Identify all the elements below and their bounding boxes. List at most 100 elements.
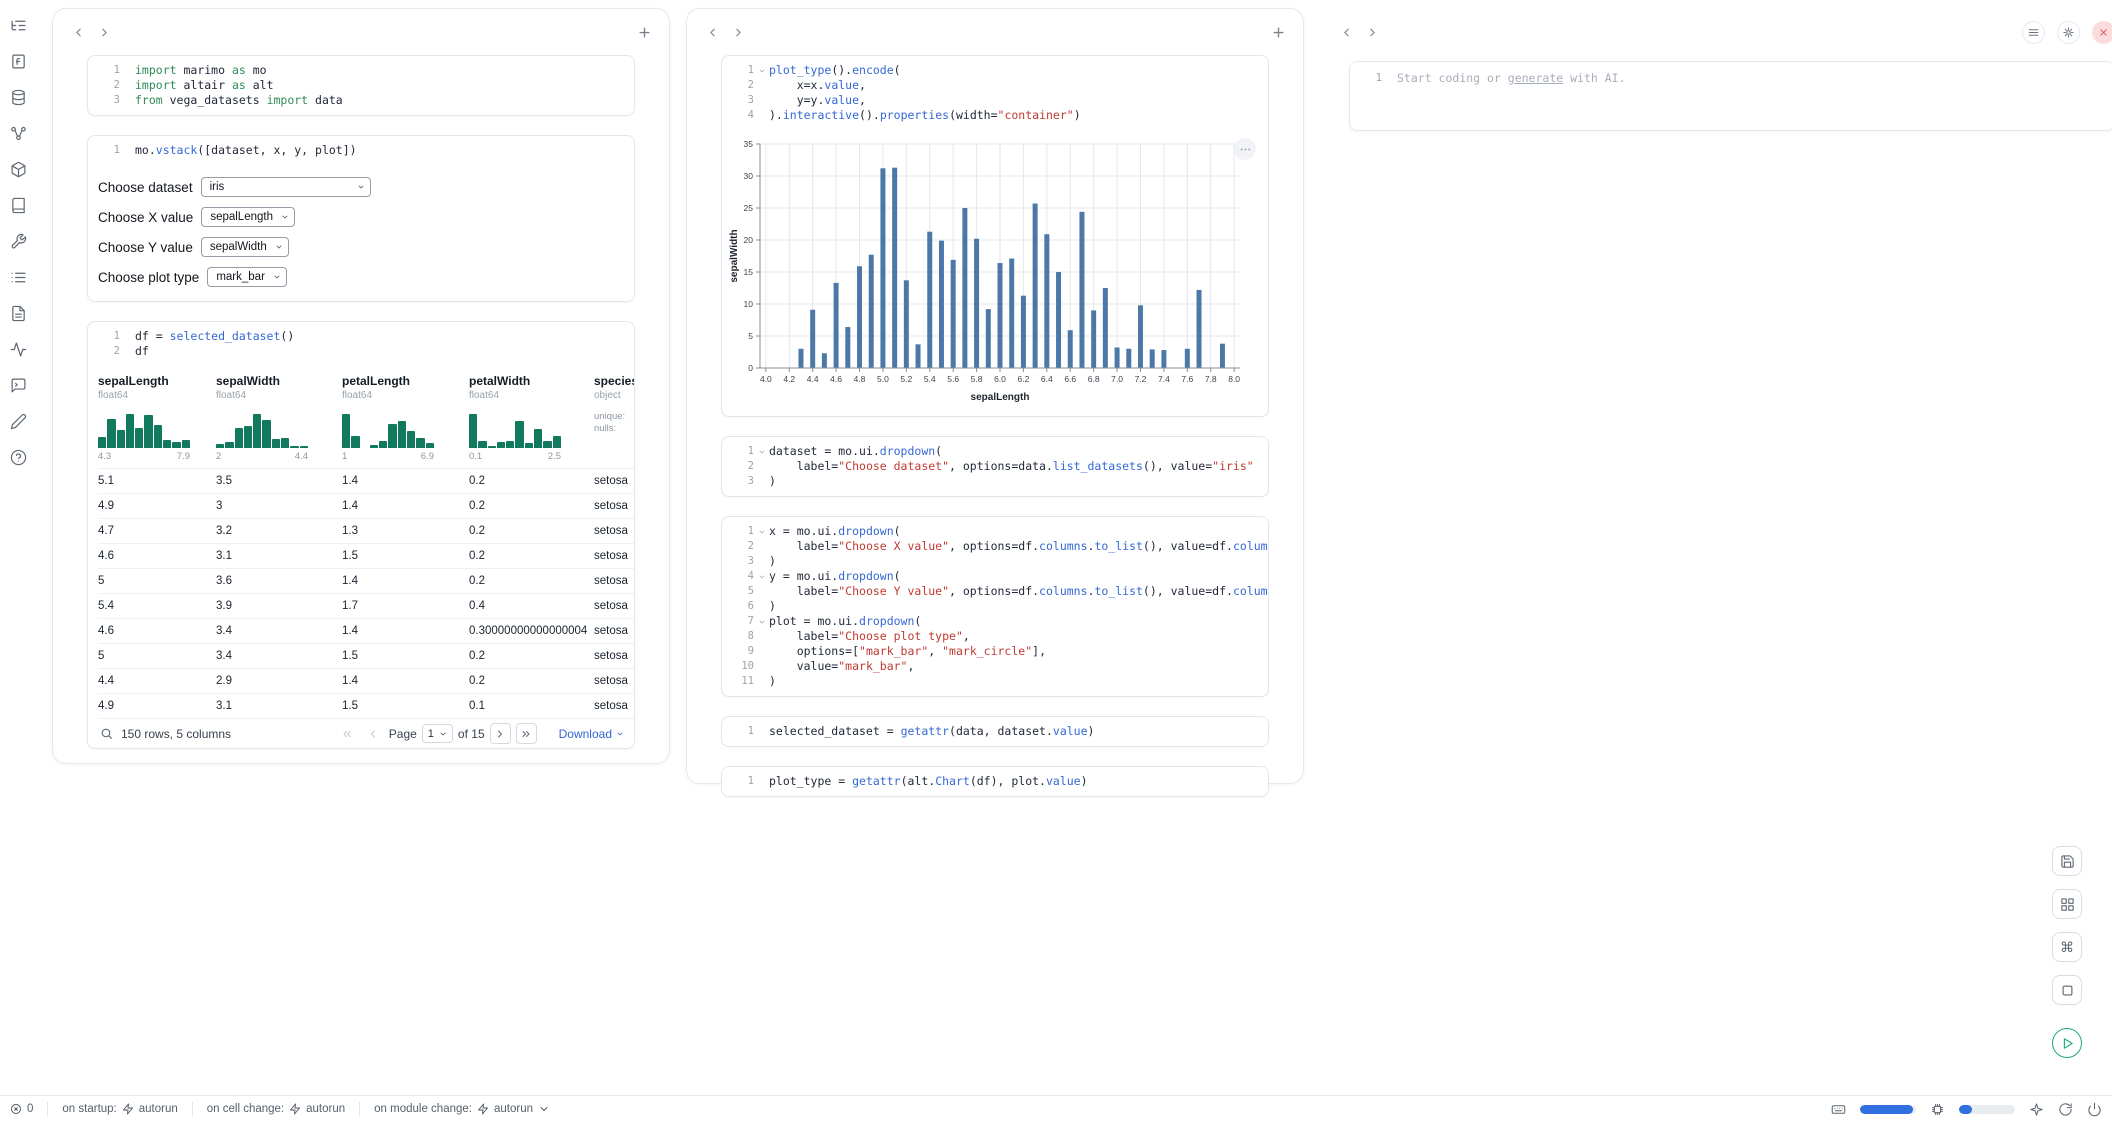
svg-text:5: 5 [748,331,753,341]
line-number: 1 [730,724,754,739]
table-footer: 150 rows, 5 columns Page 1 of 15 [98,718,634,748]
svg-text:4.8: 4.8 [854,374,866,384]
previous-page-button[interactable] [363,723,384,744]
svg-text:7.4: 7.4 [1158,374,1170,384]
fold-chevron-icon[interactable] [754,569,769,584]
chevron-down-icon [616,730,624,738]
fold-chevron-icon[interactable] [754,524,769,539]
help-panel-button[interactable] [5,444,31,470]
search-button[interactable] [100,727,113,740]
download-button[interactable]: Download [559,727,624,741]
code-editor[interactable]: 1plot_type = getattr(alt.Chart(df), plot… [722,767,1268,796]
notebook-menu-button[interactable] [2022,21,2045,44]
save-button[interactable] [2052,846,2082,876]
dropdown-value: sepalWidth [210,241,267,253]
svg-text:4.4: 4.4 [807,374,819,384]
line-number: 8 [730,629,754,644]
empty-cell-editor[interactable]: 1 Start coding or generate with AI. [1349,61,2112,131]
page-select[interactable]: 1 [422,724,453,743]
cell-dataset-dropdown: 1dataset = mo.ui.dropdown(2 label="Choos… [721,436,1269,497]
code-editor[interactable]: 1plot_type().encode(2 x=x.value,3 y=y.va… [722,56,1268,130]
keyboard-shortcuts-button[interactable]: ⌘ [2052,932,2082,962]
sparkle-icon [2029,1102,2044,1117]
scratchpad-panel-button[interactable] [5,408,31,434]
line-number: 1 [730,444,754,459]
fold-chevron-icon[interactable] [754,63,769,78]
cell-plot: 1plot_type().encode(2 x=x.value,3 y=y.va… [721,55,1269,417]
code-editor[interactable]: 1selected_dataset = getattr(data, datase… [722,717,1268,746]
settings-button[interactable] [2057,21,2080,44]
table-cell: 5.1 [98,475,216,487]
chart-actions-button[interactable] [1234,138,1256,160]
fold-chevron-icon[interactable] [754,614,769,629]
app-preview-button[interactable] [2052,975,2082,1005]
dropdown-select[interactable]: sepalLength [201,207,295,227]
logs-panel-button[interactable] [5,264,31,290]
keyboard-shortcuts-icon-button[interactable] [1831,1102,1846,1117]
svg-text:5.6: 5.6 [947,374,959,384]
marimo-file-panel-button[interactable] [5,48,31,74]
keyboard-icon [1831,1102,1846,1117]
code-editor[interactable]: 1df = selected_dataset()2df [88,322,634,366]
dropdown-select[interactable]: sepalWidth [201,237,289,257]
dropdown-select[interactable]: iris [201,177,371,197]
altair-bar-chart[interactable]: 4.04.24.44.64.85.05.25.45.65.86.06.26.46… [724,136,1254,408]
dropdown-select[interactable]: mark_bar [207,267,287,287]
table-header: sepalLengthfloat644.37.9sepalWidthfloat6… [98,366,634,468]
layout-select-button[interactable] [2052,889,2082,919]
line-number: 9 [730,644,754,659]
power-button[interactable] [2087,1102,2102,1117]
file-tree-panel-button[interactable] [5,12,31,38]
code-line: 2 label="Choose dataset", options=data.l… [730,459,1260,474]
dropdown-label: Choose Y value [98,240,193,255]
table-column-header: sepalLengthfloat644.37.9 [98,366,216,468]
next-page-button[interactable] [490,723,511,744]
first-page-button[interactable] [337,723,358,744]
line-number: 10 [730,659,754,674]
table-cell: 1.5 [342,550,469,562]
chat-panel-button[interactable] [5,372,31,398]
table-cell: setosa [594,550,635,562]
restart-kernel-button[interactable] [2058,1102,2073,1117]
run-all-button[interactable] [2052,1028,2082,1058]
autorun-on-cell-change[interactable]: on cell change: autorun [207,1103,345,1115]
histogram-range: 4.37.9 [98,451,190,462]
documentation-panel-button[interactable] [5,300,31,326]
code-editor[interactable]: 1dataset = mo.ui.dropdown(2 label="Choos… [722,437,1268,496]
save-icon [2060,854,2075,869]
dropdown-row: Choose Y value sepalWidth [98,237,624,257]
column-move-right-button[interactable] [1361,21,1383,43]
outline-panel-button[interactable] [5,192,31,218]
column-move-right-button[interactable] [727,21,749,43]
snippets-panel-button[interactable] [5,336,31,362]
add-cell-button[interactable] [633,21,655,43]
column-move-right-button[interactable] [93,21,115,43]
page-select-value: 1 [428,728,434,740]
code-line: 1x = mo.ui.dropdown( [730,524,1260,539]
column-move-left-button[interactable] [1335,21,1357,43]
dropdown-row: Choose datasetiris [98,177,624,197]
code-editor[interactable]: 1mo.vstack([dataset, x, y, plot]) [88,136,634,165]
fold-chevron-icon[interactable] [754,444,769,459]
generate-with-ai-link[interactable]: generate [1508,71,1563,85]
datasources-panel-button[interactable] [5,84,31,110]
errors-indicator[interactable]: 0 [10,1103,33,1115]
column-move-left-button[interactable] [67,21,89,43]
code-editor[interactable]: 1import marimo as mo2import altair as al… [88,56,634,115]
variables-panel-button[interactable] [5,120,31,146]
ai-settings-button[interactable] [2029,1102,2044,1117]
line-number: 3 [730,474,754,489]
shutdown-kernel-button[interactable] [2092,21,2112,44]
autorun-on-startup[interactable]: on startup: autorun [62,1103,177,1115]
svg-text:20: 20 [744,235,754,245]
add-cell-button[interactable] [1267,21,1289,43]
table-cell: 1.5 [342,650,469,662]
tools-panel-button[interactable] [5,228,31,254]
svg-text:6.2: 6.2 [1018,374,1030,384]
code-editor[interactable]: 1x = mo.ui.dropdown(2 label="Choose X va… [722,517,1268,696]
column-move-left-button[interactable] [701,21,723,43]
last-page-button[interactable] [516,723,537,744]
plus-icon [637,25,652,40]
autorun-on-module-change[interactable]: on module change: autorun [374,1103,550,1115]
packages-panel-button[interactable] [5,156,31,182]
